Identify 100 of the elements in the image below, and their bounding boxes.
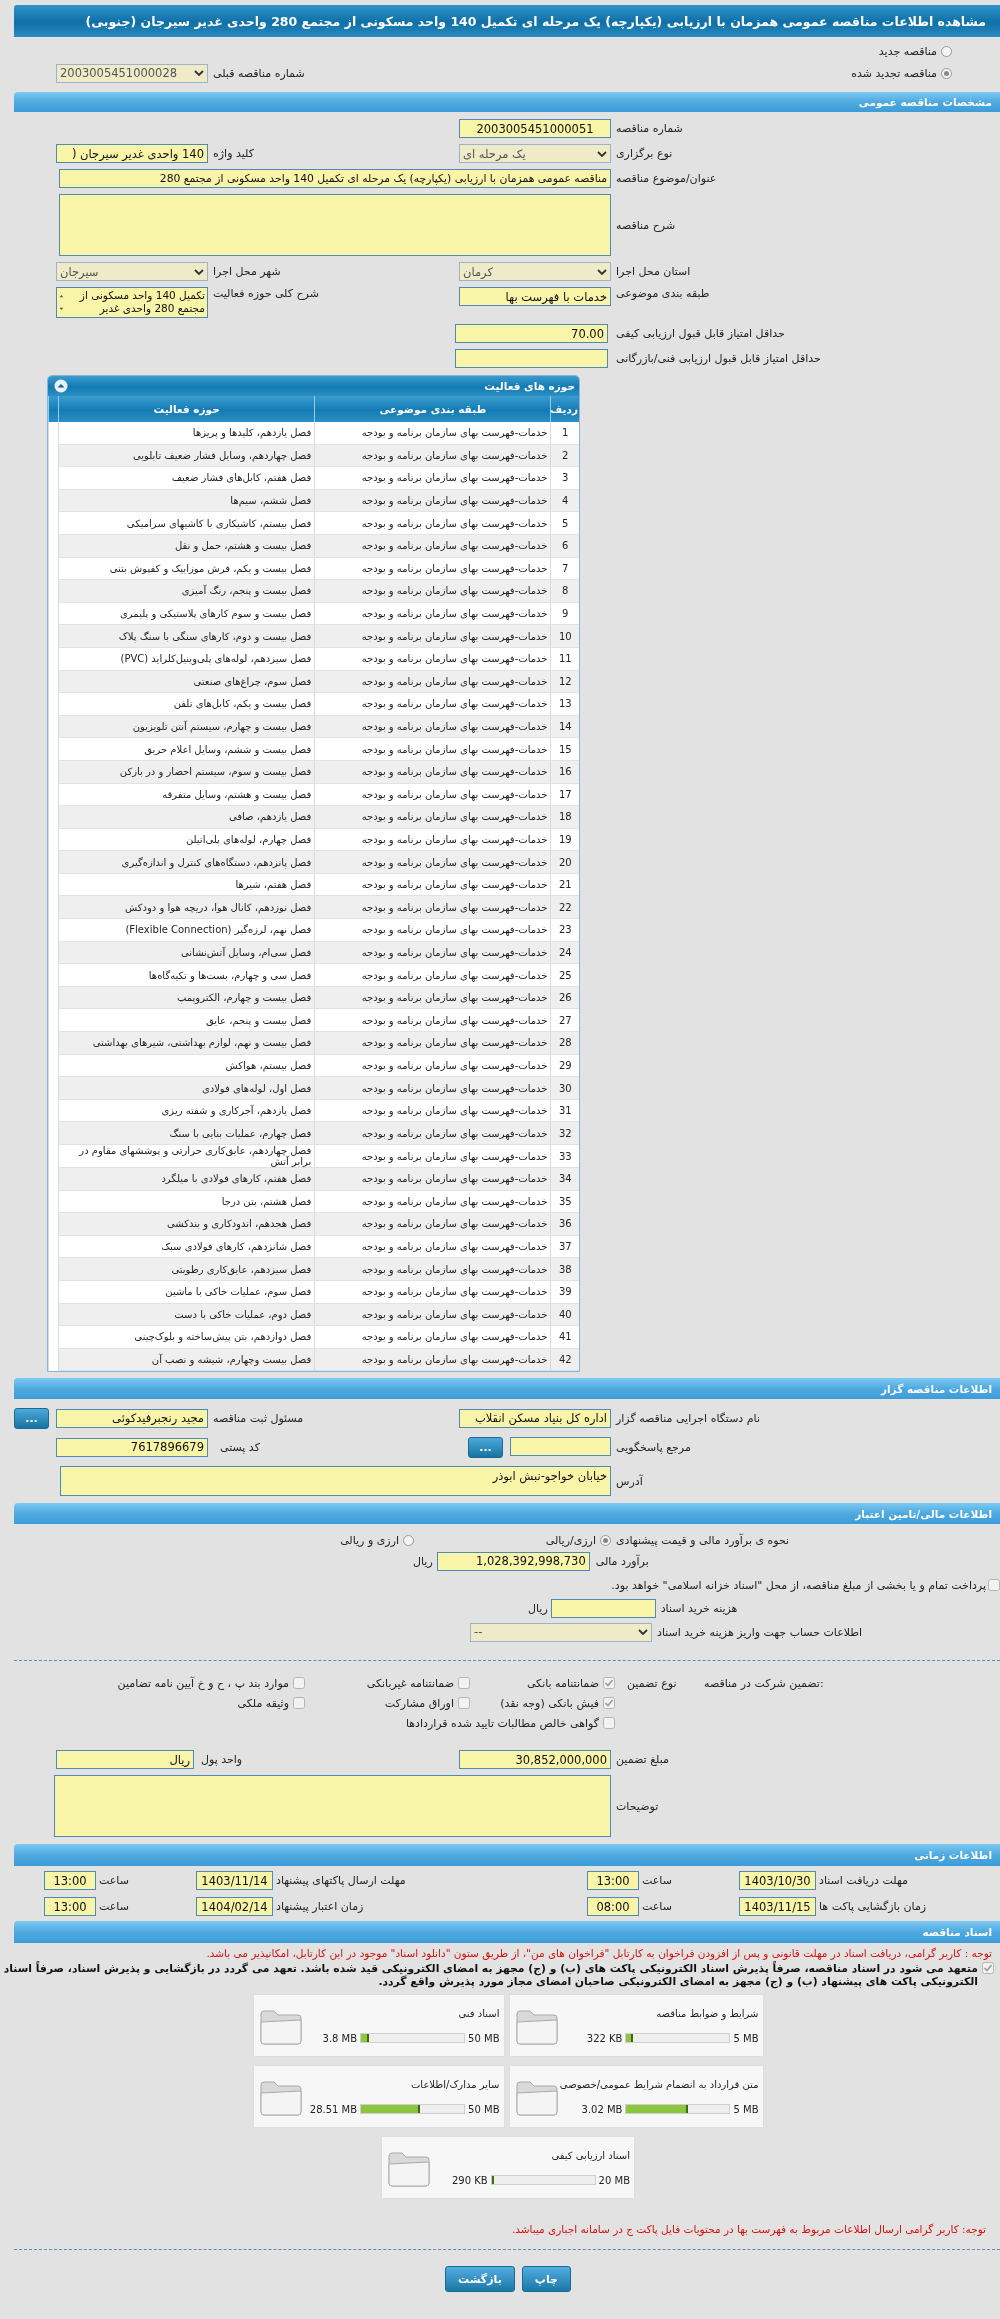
table-cell: 23 [551,918,579,942]
activity-summary-textarea[interactable]: تکمیل 140 واحد مسکونی از مجتمع 280 واحدی غدیر [56,287,208,318]
field-label: کد پستی [219,1440,260,1454]
table-cell: 28 [551,1031,579,1055]
tender-number-field[interactable]: 2003005451000051 [459,119,611,138]
table-cell: فصل بیست و پنجم، عایق [58,1008,315,1032]
table-cell: فصل سیزدهم، لوله‌های پلی‌وینیل‌کلراید (PVC) [58,647,315,671]
province-select[interactable]: کرمان [459,262,611,281]
table-cell: فصل بیست و پنجم، رنگ آمیزی [58,579,315,603]
table-cell: خدمات-فهرست بهای سازمان برنامه و بودجه [314,602,551,625]
executive-body-field[interactable]: اداره کل بنیاد مسکن انقلاب [459,1408,611,1428]
table-cell: 14 [551,715,579,738]
field-label: ساعت [641,1874,673,1888]
max-size: 5 MB [733,2032,759,2044]
date-field[interactable]: 1404/02/14 [196,1897,273,1917]
currency-field[interactable]: ریال [56,1750,194,1770]
checkbox-label: وثیقه ملکی [237,1696,289,1710]
table-cell: فصل بیست وچهارم، شیشه و نصب آن [58,1348,315,1371]
table-cell: 4 [551,489,579,512]
checkbox[interactable] [988,1579,1000,1592]
reference-field[interactable] [510,1436,611,1456]
table-cell: خدمات-فهرست بهای سازمان برنامه و بودجه [314,1235,551,1258]
file-size: 28.51 MB [309,2103,358,2115]
table-cell: فصل ششم، سیم‌ها [58,489,315,512]
table-cell: خدمات-فهرست بهای سازمان برنامه و بودجه [314,444,551,467]
field-label: زمان بازگشایی پاکت ها [818,1900,928,1914]
registrar-field[interactable]: مجید رنجبرفیدکوئی [56,1408,208,1428]
column-header: حوزه فعالیت [58,396,315,422]
date-field[interactable]: 1403/11/14 [196,1871,273,1891]
checkbox[interactable] [603,1677,615,1690]
checkbox[interactable] [603,1717,615,1730]
table-cell: خدمات-فهرست بهای سازمان برنامه و بودجه [314,941,551,964]
footer-note: توجه: کاربر گرامی ارسال اطلاعات مربوط به فهرست بها در محتویات فایل پاکت ج در سامانه اجباری میباشد. [510,2223,987,2236]
radio-label: مناقصه جدید [878,44,937,58]
subject-field[interactable]: مناقصه عمومی همزمان با ارزیابی (یکپارچه) یک مرحله ای تکمیل 140 واحد مسکونی از مجتمع 280 [59,169,611,188]
table-cell: فصل یازدهم، آجرکاری و شفته ریزی [58,1099,315,1122]
notes-textarea[interactable] [54,1775,611,1838]
city-select[interactable]: سیرجان [56,262,208,281]
document-name: متن قرارداد به انضمام شرایط عمومی/خصوصی [559,2078,759,2090]
time-field[interactable]: 13:00 [587,1871,639,1891]
section-header: مشخصات مناقصه عمومی [14,92,1000,112]
postal-code-field[interactable]: 7617896679 [56,1437,208,1457]
field-label: مرجع پاسخگویی [615,1440,691,1454]
date-field[interactable]: 1403/11/15 [739,1897,816,1917]
account-select[interactable]: -- [470,1622,652,1642]
table-cell: 39 [551,1280,579,1304]
checkbox[interactable] [458,1697,470,1710]
treasury-label: پرداخت تمام و یا بخشی از مبلغ مناقصه، از محل "اسناد خزانه اسلامی" خواهد بود. [610,1578,986,1592]
radio-button[interactable] [600,1534,611,1546]
table-cell: 6 [551,534,579,558]
date-field[interactable]: 1403/10/30 [739,1871,816,1891]
description-textarea[interactable] [59,194,611,256]
radio-label: مناقصه تجدید شده [851,66,937,80]
estimate-field[interactable]: 1,028,392,998,730 [436,1551,590,1571]
table-cell: خدمات-فهرست بهای سازمان برنامه و بودجه [314,918,551,942]
table-cell: خدمات-فهرست بهای سازمان برنامه و بودجه [314,692,551,716]
field-label: استان محل اجرا [615,265,691,278]
table-cell: فصل بیست و هشتم، حمل و نقل [58,534,315,558]
time-field[interactable]: 13:00 [44,1897,96,1917]
checkbox[interactable] [982,1962,994,1975]
field-label: مسئول ثبت مناقصه [212,1411,304,1425]
table-cell: 12 [551,670,579,693]
previous-tender-select[interactable]: 2003005451000028 [56,63,208,83]
field-label: ریال [528,1601,548,1615]
table-cell: فصل شانزدهم، کارهای فولادی سبک [58,1235,315,1258]
collapse-icon[interactable] [54,379,68,393]
holding-type-select[interactable]: یک مرحله ای [459,144,611,163]
radio-button[interactable] [403,1534,414,1546]
table-cell: 3 [551,466,579,490]
action-button[interactable]: چاپ [521,2266,571,2293]
checkbox[interactable] [293,1697,305,1710]
radio-button[interactable] [941,45,952,57]
action-button[interactable]: بازگشت [445,2266,515,2293]
checkbox[interactable] [293,1677,305,1690]
table-cell: 22 [551,895,579,919]
table-cell: 31 [551,1099,579,1122]
keyword-field[interactable]: 140 واحدی غدیر سیرجان ( [56,144,208,163]
checkbox[interactable] [603,1697,615,1710]
table-cell: 18 [551,805,579,829]
table-cell: فصل بیست و سوم، سیستم احضار و در بازکن [58,760,315,783]
table-cell: خدمات-فهرست بهای سازمان برنامه و بودجه [314,850,551,874]
time-field[interactable]: 08:00 [587,1897,639,1917]
radio-button[interactable] [941,67,952,79]
browse-button[interactable]: ... [468,1436,503,1458]
browse-button[interactable]: ... [14,1407,49,1429]
category-field[interactable]: خدمات با فهرست بها [459,287,611,306]
document-fee-field[interactable] [550,1598,656,1618]
checkbox[interactable] [458,1677,470,1690]
radio-label: ارزی/ریالی [545,1533,596,1547]
field-label: ساعت [98,1874,130,1888]
table-cell: خدمات-فهرست بهای سازمان برنامه و بودجه [314,1325,551,1349]
min-quality-score-field[interactable]: 70.00 [455,324,608,343]
address-field[interactable]: خیابان خواجو-نبش ابوذر [60,1466,611,1497]
table-cell: خدمات-فهرست بهای سازمان برنامه و بودجه [314,1099,551,1122]
table-cell: فصل اول، لوله‌های فولادی [58,1076,315,1100]
min-technical-score-field[interactable] [455,349,608,368]
table-cell: 21 [551,873,579,896]
guarantee-amount-field[interactable]: 30,852,000,000 [459,1750,611,1770]
checkbox-label: اوراق مشارکت [384,1696,454,1710]
time-field[interactable]: 13:00 [44,1871,96,1891]
